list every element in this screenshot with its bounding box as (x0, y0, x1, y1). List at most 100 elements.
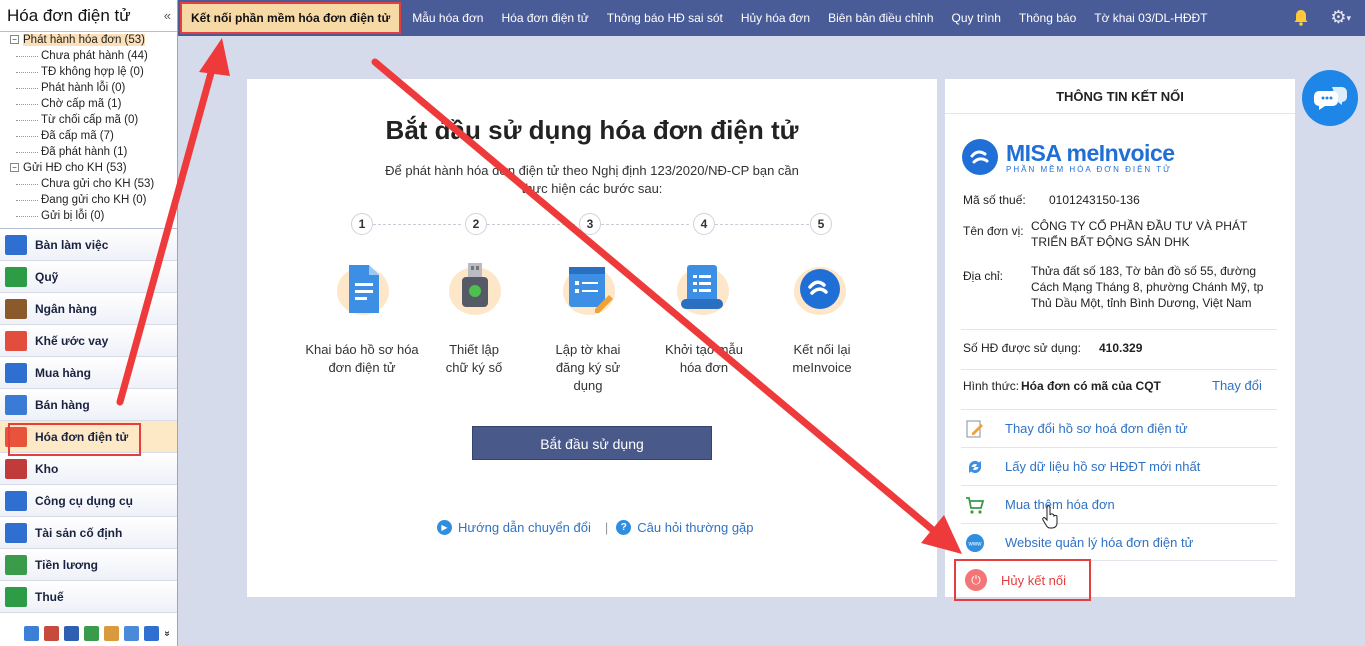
quick-icon-5[interactable] (104, 625, 119, 641)
faq-link[interactable]: Câu hỏi thường gặp (637, 520, 753, 535)
tree-item[interactable]: Từ chối cấp mã (0) (2, 112, 175, 128)
tree-item[interactable]: TĐ không hợp lệ (0) (2, 64, 175, 80)
sidebar-module-6[interactable]: Bán hàng (0, 389, 177, 421)
salary-icon (5, 554, 27, 575)
quick-icon-6[interactable] (124, 625, 139, 641)
tab-3[interactable]: Hóa đơn điện tử (492, 0, 597, 36)
tree-item[interactable]: Đã cấp mã (7) (2, 128, 175, 144)
tree-group[interactable]: − Gửi HĐ cho KH (53) (2, 160, 175, 176)
sidebar-module-label: Tài sản cố định (35, 525, 123, 540)
sidebar-module-5[interactable]: Mua hàng (0, 357, 177, 389)
sidebar-header: Hóa đơn điện tử « (0, 0, 177, 32)
divider (961, 369, 1277, 370)
tree-toggle-icon[interactable]: − (10, 35, 19, 44)
step-connector (715, 224, 809, 225)
sidebar-module-4[interactable]: Khế ước vay (0, 325, 177, 357)
gear-icon[interactable]: ⚙▾ (1330, 7, 1351, 28)
unit-name-row: Tên đơn vị: CÔNG TY CỔ PHẦN ĐẦU TƯ VÀ PH… (963, 218, 1283, 258)
quick-icon-1[interactable] (24, 625, 39, 641)
tree-item[interactable]: Chưa phát hành (44) (2, 48, 175, 64)
meinvoice-icon (962, 139, 998, 175)
tab-2[interactable]: Mẫu hóa đơn (403, 0, 492, 36)
sidebar-module-1[interactable]: Bàn làm việc (0, 229, 177, 261)
tree-item-label: Đang gửi cho KH (0) (41, 194, 147, 206)
step-connector (487, 224, 575, 225)
sidebar-module-label: Ngân hàng (35, 301, 97, 316)
collapse-sidebar-button[interactable]: « (164, 8, 171, 23)
chat-support-button[interactable] (1302, 70, 1358, 126)
tree-item[interactable]: Đã phát hành (1) (2, 144, 175, 160)
tree-item-label: Phát hành lỗi (0) (41, 82, 126, 94)
tree-item-label: Đã cấp mã (7) (41, 130, 114, 142)
more-modules-icon[interactable]: » (161, 630, 172, 636)
step-number-4: 4 (693, 213, 715, 235)
contract-icon (5, 330, 27, 351)
fetch-profile-action[interactable]: Lấy dữ liệu hồ sơ HĐĐT mới nhất (961, 447, 1277, 485)
tree-item[interactable]: Gửi bị lỗi (0) (2, 208, 175, 224)
sidebar-module-8[interactable]: Kho (0, 453, 177, 485)
disconnect-button[interactable]: ⏻ Hủy kết nối (954, 559, 1091, 601)
sidebar-module-label: Tiền lương (35, 557, 98, 572)
tree-toggle-icon[interactable]: − (10, 163, 19, 172)
form-pen-icon (559, 257, 619, 319)
change-profile-action[interactable]: Thay đổi hồ sơ hoá đơn điện tử (961, 409, 1277, 447)
quick-icon-4[interactable] (84, 625, 99, 641)
sidebar-module-9[interactable]: Công cụ dụng cụ (0, 485, 177, 517)
tab-6[interactable]: Biên bản điều chỉnh (819, 0, 942, 36)
tax-code-value: 0101243150-136 (1049, 193, 1140, 207)
brand-logo: MISA meInvoice PHẦN MỀM HÓA ĐƠN ĐIỆN TỬ (962, 139, 1175, 175)
change-form-link[interactable]: Thay đổi (1212, 378, 1262, 394)
tab-4[interactable]: Thông báo HĐ sai sót (598, 0, 732, 36)
sidebar-module-2[interactable]: Quỹ (0, 261, 177, 293)
start-using-button[interactable]: Bắt đầu sử dụng (472, 426, 712, 460)
tree-item-label: Gửi bị lỗi (0) (41, 210, 105, 222)
sidebar-module-label: Công cụ dụng cụ (35, 493, 133, 508)
disconnect-label: Hủy kết nối (1001, 572, 1067, 588)
tools-icon (5, 490, 27, 511)
tree-item[interactable]: Chờ cấp mã (1) (2, 96, 175, 112)
sidebar-module-3[interactable]: Ngân hàng (0, 293, 177, 325)
quick-icon-2[interactable] (44, 625, 59, 641)
tree-item[interactable]: Phát hành lỗi (0) (2, 80, 175, 96)
tree-item[interactable]: Chưa gửi cho KH (53) (2, 176, 175, 192)
invoice-tree: − Phát hành hóa đơn (53) Chưa phát hành (4… (0, 32, 177, 229)
sidebar-module-12[interactable]: Thuế (0, 581, 177, 613)
tree-item-label: Đã phát hành (1) (41, 146, 128, 158)
sidebar-module-label: Khế ước vay (35, 333, 109, 348)
brand-tagline: PHẦN MỀM HÓA ĐƠN ĐIỆN TỬ (1006, 164, 1172, 174)
guide-link[interactable]: Hướng dẫn chuyển đổi (458, 520, 591, 535)
tab-8[interactable]: Thông báo (1010, 0, 1085, 36)
sidebar-module-10[interactable]: Tài sản cố định (0, 517, 177, 549)
sidebar-module-label: Kho (35, 461, 59, 476)
highlight-box-invoice-module (8, 423, 141, 456)
tab-5[interactable]: Hủy hóa đơn (732, 0, 819, 36)
tax-icon (5, 586, 27, 607)
divider (961, 329, 1277, 330)
step-connector (601, 224, 689, 225)
tree-item-label: Gửi HĐ cho KH (53) (23, 162, 127, 174)
invoice-count-value: 410.329 (1099, 341, 1143, 355)
step-number-3: 3 (579, 213, 601, 235)
tab-7[interactable]: Quy trình (943, 0, 1010, 36)
invoice-form-label: Hình thức: (963, 379, 1020, 393)
fetch-profile-label: Lấy dữ liệu hồ sơ HĐĐT mới nhất (1005, 459, 1201, 474)
bell-icon[interactable] (1293, 9, 1309, 26)
tab-9[interactable]: Tờ khai 03/DL-HĐĐT (1085, 0, 1216, 36)
tab-1[interactable]: Kết nối phần mềm hóa đơn điện tử (180, 2, 402, 34)
cart-icon (963, 493, 987, 517)
module-nav: Bàn làm việc Quỹ Ngân hàng Khế ước vay Mua h… (0, 229, 177, 613)
chat-icon (1314, 87, 1347, 110)
sidebar-module-label: Bán hàng (35, 397, 90, 412)
sidebar-module-11[interactable]: Tiền lương (0, 549, 177, 581)
cart-icon (5, 362, 27, 383)
quick-icon-3[interactable] (64, 625, 79, 641)
tree-item[interactable]: Đang gửi cho KH (0) (2, 192, 175, 208)
website-action[interactable]: www Website quản lý hóa đơn điện tử (961, 523, 1277, 561)
buy-invoices-action[interactable]: Mua thêm hóa đơn (961, 485, 1277, 523)
quick-icon-7[interactable] (144, 625, 159, 641)
sidebar-module-label: Thuế (35, 589, 64, 604)
tree-group[interactable]: − Phát hành hóa đơn (53) (2, 32, 175, 48)
power-icon: ⏻ (965, 569, 987, 591)
connection-info-title: THÔNG TIN KẾT NỐI (945, 79, 1295, 114)
page-subtitle: Để phát hành hóa đơn điện tử theo Nghị đ… (385, 163, 799, 196)
